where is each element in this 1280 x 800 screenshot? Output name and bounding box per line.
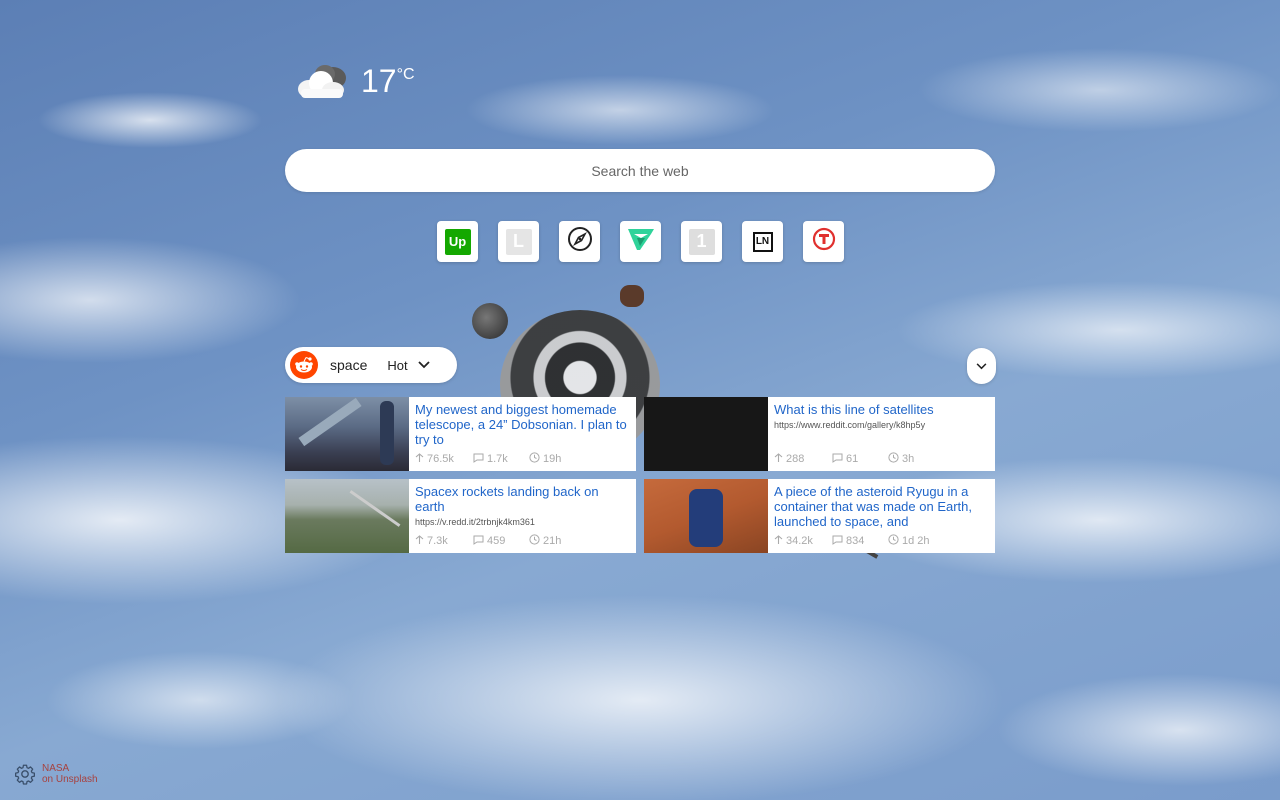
shortcut-vue-checkmark[interactable] <box>620 221 661 262</box>
comments: 459 <box>473 535 529 548</box>
comment-count: 61 <box>846 453 859 465</box>
footer: NASA on Unsplash <box>14 763 98 785</box>
gear-icon[interactable] <box>14 763 36 785</box>
temperature-unit: °C <box>396 66 415 83</box>
chevron-down-icon <box>976 357 987 375</box>
upvotes: 34.2k <box>774 534 832 548</box>
post-age-value: 19h <box>543 453 562 465</box>
post-age: 1d 2h <box>888 534 930 548</box>
reddit-icon[interactable] <box>290 351 318 379</box>
reddit-post[interactable]: A piece of the asteroid Ryugu in a conta… <box>644 479 995 553</box>
shortcut-safari-compass[interactable] <box>559 221 600 262</box>
chevron-down-icon[interactable] <box>417 361 430 369</box>
temperature: 17 °C <box>361 62 415 100</box>
photo-credit-source[interactable]: on Unsplash <box>42 774 98 785</box>
post-body: Spacex rockets landing back on earth htt… <box>409 479 636 553</box>
upvote-count: 288 <box>786 453 805 465</box>
reddit-post[interactable]: My newest and biggest homemade telescope… <box>285 397 636 471</box>
post-age-value: 1d 2h <box>902 535 930 547</box>
post-thumbnail[interactable] <box>644 397 768 471</box>
upvotes: 76.5k <box>415 452 473 466</box>
shortcut-ln-site[interactable]: LN <box>742 221 783 262</box>
post-meta: 76.5k 1.7k 19h <box>415 452 561 466</box>
post-meta: 7.3k 459 21h <box>415 534 561 548</box>
post-age: 19h <box>529 452 561 466</box>
comment-count: 1.7k <box>487 453 508 465</box>
post-url[interactable]: https://www.reddit.com/gallery/k8hp5y <box>774 420 989 431</box>
comment-icon <box>832 453 843 466</box>
post-title[interactable]: My newest and biggest homemade telescope… <box>415 402 630 447</box>
comments: 1.7k <box>473 453 529 466</box>
comments: 834 <box>832 535 888 548</box>
post-title[interactable]: Spacex rockets landing back on earth <box>415 484 630 514</box>
post-thumbnail[interactable] <box>644 479 768 553</box>
post-body: What is this line of satellites https://… <box>768 397 995 471</box>
post-age-value: 21h <box>543 535 562 547</box>
post-meta: 34.2k 834 1d 2h <box>774 534 930 548</box>
ln-icon: LN <box>752 231 773 252</box>
collapse-widget-button[interactable] <box>967 348 996 384</box>
search-input[interactable] <box>285 149 995 192</box>
comments: 61 <box>832 453 888 466</box>
clock-icon <box>888 534 899 548</box>
comment-count: 834 <box>846 535 865 547</box>
arrow-up-icon <box>415 452 424 466</box>
compass-icon <box>567 226 593 257</box>
reddit-post[interactable]: What is this line of satellites https://… <box>644 397 995 471</box>
clock-icon <box>529 534 540 548</box>
arrow-up-icon <box>415 534 424 548</box>
post-body: A piece of the asteroid Ryugu in a conta… <box>768 479 995 553</box>
post-thumbnail[interactable] <box>285 397 409 471</box>
post-url[interactable]: https://v.redd.it/2trbnjk4km361 <box>415 517 630 528</box>
upvotes: 7.3k <box>415 534 473 548</box>
shortcut-upwork[interactable]: Up <box>437 221 478 262</box>
t-circle-icon <box>812 227 836 256</box>
shortcut-t-site[interactable] <box>803 221 844 262</box>
reddit-widget-header: space Hot <box>285 347 457 383</box>
sort-selector[interactable]: Hot <box>387 358 407 373</box>
cloudy-icon <box>295 62 349 102</box>
upvote-count: 7.3k <box>427 535 448 547</box>
weather-widget[interactable]: 17 °C <box>295 62 415 102</box>
comment-icon <box>832 535 843 548</box>
post-body: My newest and biggest homemade telescope… <box>409 397 636 471</box>
shortcut-l-site[interactable]: L <box>498 221 539 262</box>
post-age-value: 3h <box>902 453 915 465</box>
post-meta: 288 61 3h <box>774 452 914 466</box>
reddit-post-list: My newest and biggest homemade telescope… <box>285 397 996 553</box>
clock-icon <box>888 452 899 466</box>
arrow-up-icon <box>774 452 783 466</box>
upvote-count: 34.2k <box>786 535 813 547</box>
clock-icon <box>529 452 540 466</box>
shortcut-bar: Up L 1 LN <box>437 221 844 262</box>
upvotes: 288 <box>774 452 832 466</box>
post-age: 21h <box>529 534 561 548</box>
post-age: 3h <box>888 452 914 466</box>
upwork-icon: Up <box>444 228 471 255</box>
temperature-value: 17 <box>361 63 397 99</box>
reddit-post[interactable]: Spacex rockets landing back on earth htt… <box>285 479 636 553</box>
number-one-icon: 1 <box>688 228 715 255</box>
comment-icon <box>473 453 484 466</box>
post-thumbnail[interactable] <box>285 479 409 553</box>
satellite-dish <box>472 303 508 339</box>
subreddit-name[interactable]: space <box>330 357 367 373</box>
v-check-icon <box>627 226 655 257</box>
photo-credit-author[interactable]: NASA <box>42 763 98 774</box>
arrow-up-icon <box>774 534 783 548</box>
shortcut-one-site[interactable]: 1 <box>681 221 722 262</box>
comment-count: 459 <box>487 535 506 547</box>
letter-l-icon: L <box>505 228 532 255</box>
satellite-antenna <box>620 285 644 307</box>
post-title[interactable]: A piece of the asteroid Ryugu in a conta… <box>774 484 989 529</box>
post-title[interactable]: What is this line of satellites <box>774 402 989 417</box>
comment-icon <box>473 535 484 548</box>
photo-credit[interactable]: NASA on Unsplash <box>42 763 98 785</box>
upvote-count: 76.5k <box>427 453 454 465</box>
